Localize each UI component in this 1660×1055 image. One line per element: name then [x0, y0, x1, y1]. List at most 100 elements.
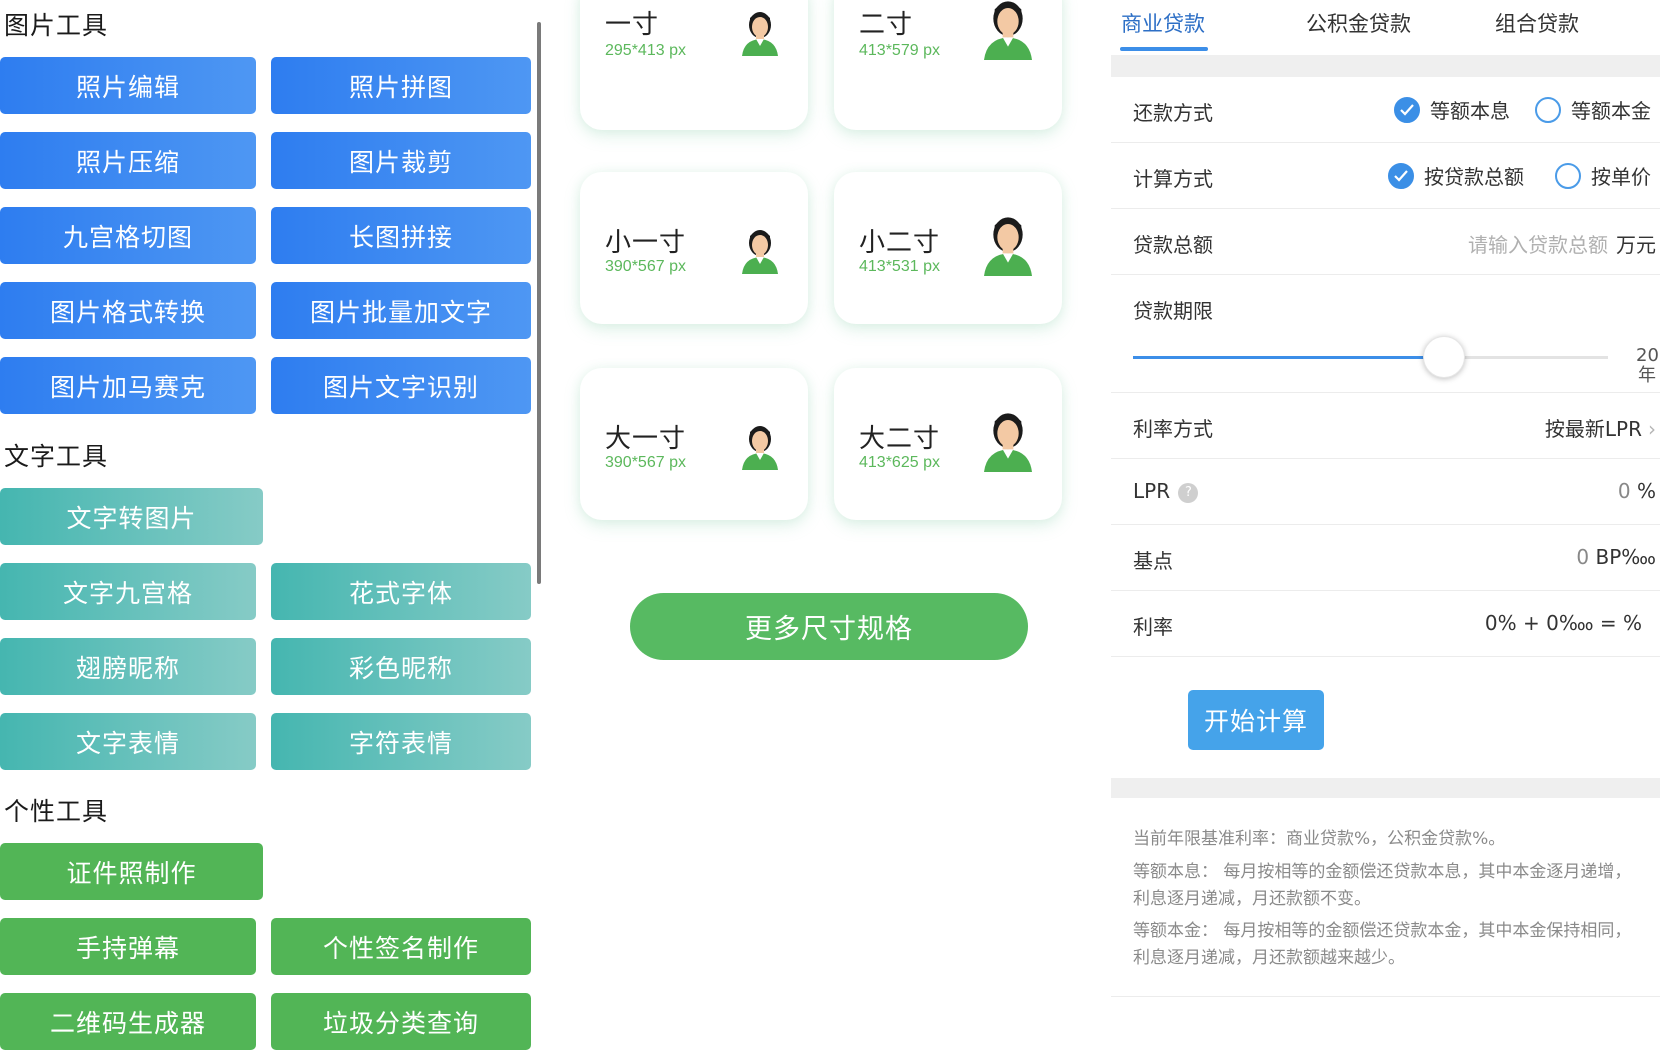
- size-card-large-2inch[interactable]: 大二寸 413*625 px: [834, 368, 1062, 520]
- option-label: 等额本息: [1430, 99, 1510, 123]
- ocr-button[interactable]: 图片文字识别: [271, 357, 531, 414]
- more-sizes-button[interactable]: 更多尺寸规格: [630, 593, 1028, 660]
- tab-active-indicator: [1120, 47, 1208, 51]
- loan-calculator-panel: 商业贷款 公积金贷款 组合贷款 还款方式 等额本息 等额本金 计算方式 按贷款总…: [1111, 0, 1660, 1055]
- size-dimension: 295*413 px: [605, 42, 686, 59]
- loan-total-field[interactable]: 请输入贷款总额 万元: [1468, 229, 1656, 258]
- lpr-value-wrap[interactable]: 0 %: [1618, 479, 1656, 503]
- image-format-convert-button[interactable]: 图片格式转换: [0, 282, 256, 339]
- avatar-large-icon: [980, 0, 1036, 64]
- size-name: 大一寸: [605, 424, 687, 454]
- loan-term-unit: 年: [1638, 365, 1656, 386]
- avatar-large-icon: [980, 212, 1036, 280]
- calc-option-by-unit-price[interactable]: 按单价: [1555, 161, 1651, 190]
- section-title-image-tools: 图片工具: [4, 11, 109, 40]
- text-to-image-button[interactable]: 文字转图片: [0, 488, 263, 545]
- calc-method-row: 计算方式 按贷款总额 按单价: [1111, 143, 1660, 209]
- loan-term-number: 20: [1636, 345, 1659, 366]
- loan-term-value: 20 年: [1636, 345, 1659, 386]
- size-card-1inch[interactable]: 一寸 295*413 px: [580, 0, 808, 130]
- photo-edit-button[interactable]: 照片编辑: [0, 57, 256, 114]
- size-dimension: 413*579 px: [859, 42, 940, 59]
- loan-total-input[interactable]: 请输入贷款总额: [1468, 233, 1608, 257]
- size-card-2inch[interactable]: 二寸 413*579 px: [834, 0, 1062, 130]
- long-image-stitch-button[interactable]: 长图拼接: [271, 207, 531, 264]
- size-dimension: 390*567 px: [605, 258, 686, 275]
- check-icon: [1394, 96, 1420, 123]
- option-label: 按单价: [1591, 165, 1651, 189]
- signature-maker-button[interactable]: 个性签名制作: [271, 918, 531, 975]
- size-card-small-2inch[interactable]: 小二寸 413*531 px: [834, 172, 1062, 324]
- size-card-large-1inch[interactable]: 大一寸 390*567 px: [580, 368, 808, 520]
- rate-method-label: 利率方式: [1133, 417, 1213, 441]
- chevron-right-icon: ›: [1648, 417, 1656, 441]
- nine-grid-cut-button[interactable]: 九宫格切图: [0, 207, 256, 264]
- lpr-label-wrap: LPR ?: [1133, 479, 1199, 503]
- bp-label: 基点: [1133, 549, 1173, 573]
- text-emoji-button[interactable]: 文字表情: [0, 713, 256, 770]
- garbage-sort-button[interactable]: 垃圾分类查询: [271, 993, 531, 1050]
- photo-collage-button[interactable]: 照片拼图: [271, 57, 531, 114]
- rate-method-value[interactable]: 按最新LPR ›: [1545, 413, 1656, 442]
- loan-term-row: 贷款期限: [1111, 275, 1660, 393]
- calc-method-label: 计算方式: [1133, 167, 1213, 191]
- size-dimension: 390*567 px: [605, 454, 686, 471]
- loan-total-row: 贷款总额 请输入贷款总额 万元: [1111, 209, 1660, 275]
- wing-nickname-button[interactable]: 翅膀昵称: [0, 638, 256, 695]
- repay-option-equal-installment[interactable]: 等额本息: [1394, 95, 1510, 124]
- loan-total-label: 贷款总额: [1133, 233, 1213, 257]
- lpr-value[interactable]: 0: [1618, 479, 1631, 503]
- char-emoji-button[interactable]: 字符表情: [271, 713, 531, 770]
- size-name: 二寸: [859, 10, 914, 40]
- tool-list-panel: 图片工具 照片编辑 照片拼图 照片压缩 图片裁剪 九宫格切图 长图拼接 图片格式…: [0, 0, 545, 1055]
- tab-commercial-loan[interactable]: 商业贷款: [1121, 8, 1205, 38]
- start-calc-button[interactable]: 开始计算: [1188, 690, 1324, 750]
- size-card-small-1inch[interactable]: 小一寸 390*567 px: [580, 172, 808, 324]
- size-name: 大二寸: [859, 424, 941, 454]
- size-name: 小二寸: [859, 228, 941, 258]
- loan-term-label: 贷款期限: [1133, 299, 1213, 323]
- avatar-small-icon: [740, 8, 780, 60]
- image-crop-button[interactable]: 图片裁剪: [271, 132, 531, 189]
- note-equal-principal: 等额本金： 每月按相等的金额偿还贷款本金，其中本金保持相同，利息逐月递减，月还款…: [1133, 921, 1632, 968]
- check-icon: [1388, 162, 1414, 189]
- bp-value-wrap[interactable]: 0 BP‱: [1576, 545, 1656, 569]
- id-photo-button[interactable]: 证件照制作: [0, 843, 263, 900]
- repay-option-equal-principal[interactable]: 等额本金: [1535, 95, 1651, 124]
- section-title-text-tools: 文字工具: [4, 442, 109, 471]
- bp-unit: BP‱: [1595, 545, 1657, 569]
- fancy-font-button[interactable]: 花式字体: [271, 563, 531, 620]
- loan-total-unit: 万元: [1616, 233, 1656, 257]
- bp-value[interactable]: 0: [1576, 545, 1589, 569]
- divider: [1111, 778, 1660, 798]
- tab-combined-loan[interactable]: 组合贷款: [1495, 8, 1579, 38]
- lpr-unit: %: [1636, 479, 1656, 503]
- loan-term-slider-track[interactable]: [1133, 356, 1608, 359]
- repay-method-label: 还款方式: [1133, 101, 1213, 125]
- lpr-row: LPR ? 0 %: [1111, 459, 1660, 525]
- photo-compress-button[interactable]: 照片压缩: [0, 132, 256, 189]
- rate-label: 利率: [1133, 615, 1173, 639]
- batch-add-text-button[interactable]: 图片批量加文字: [271, 282, 531, 339]
- option-label: 按贷款总额: [1424, 165, 1524, 189]
- handheld-barrage-button[interactable]: 手持弹幕: [0, 918, 256, 975]
- divider: [1111, 996, 1660, 997]
- size-dimension: 413*531 px: [859, 258, 940, 275]
- tab-provident-fund-loan[interactable]: 公积金贷款: [1306, 8, 1411, 38]
- help-icon[interactable]: ?: [1178, 482, 1199, 503]
- rate-method-text: 按最新LPR: [1544, 417, 1642, 441]
- avatar-large-icon: [980, 408, 1036, 476]
- rate-method-row[interactable]: 利率方式 按最新LPR ›: [1111, 393, 1660, 459]
- repay-method-row: 还款方式 等额本息 等额本金: [1111, 77, 1660, 143]
- mosaic-button[interactable]: 图片加马赛克: [0, 357, 256, 414]
- text-nine-grid-button[interactable]: 文字九宫格: [0, 563, 256, 620]
- note-base-rate: 当前年限基准利率：商业贷款%，公积金贷款%。: [1133, 829, 1506, 849]
- size-name: 一寸: [605, 10, 660, 40]
- rate-value: 0% + 0‱ = %: [1484, 611, 1642, 635]
- scrollbar[interactable]: [537, 22, 541, 584]
- calc-option-by-total[interactable]: 按贷款总额: [1388, 161, 1524, 190]
- divider: [1111, 55, 1660, 77]
- qr-generator-button[interactable]: 二维码生成器: [0, 993, 256, 1050]
- loan-term-slider-fill: [1133, 356, 1445, 359]
- color-nickname-button[interactable]: 彩色昵称: [271, 638, 531, 695]
